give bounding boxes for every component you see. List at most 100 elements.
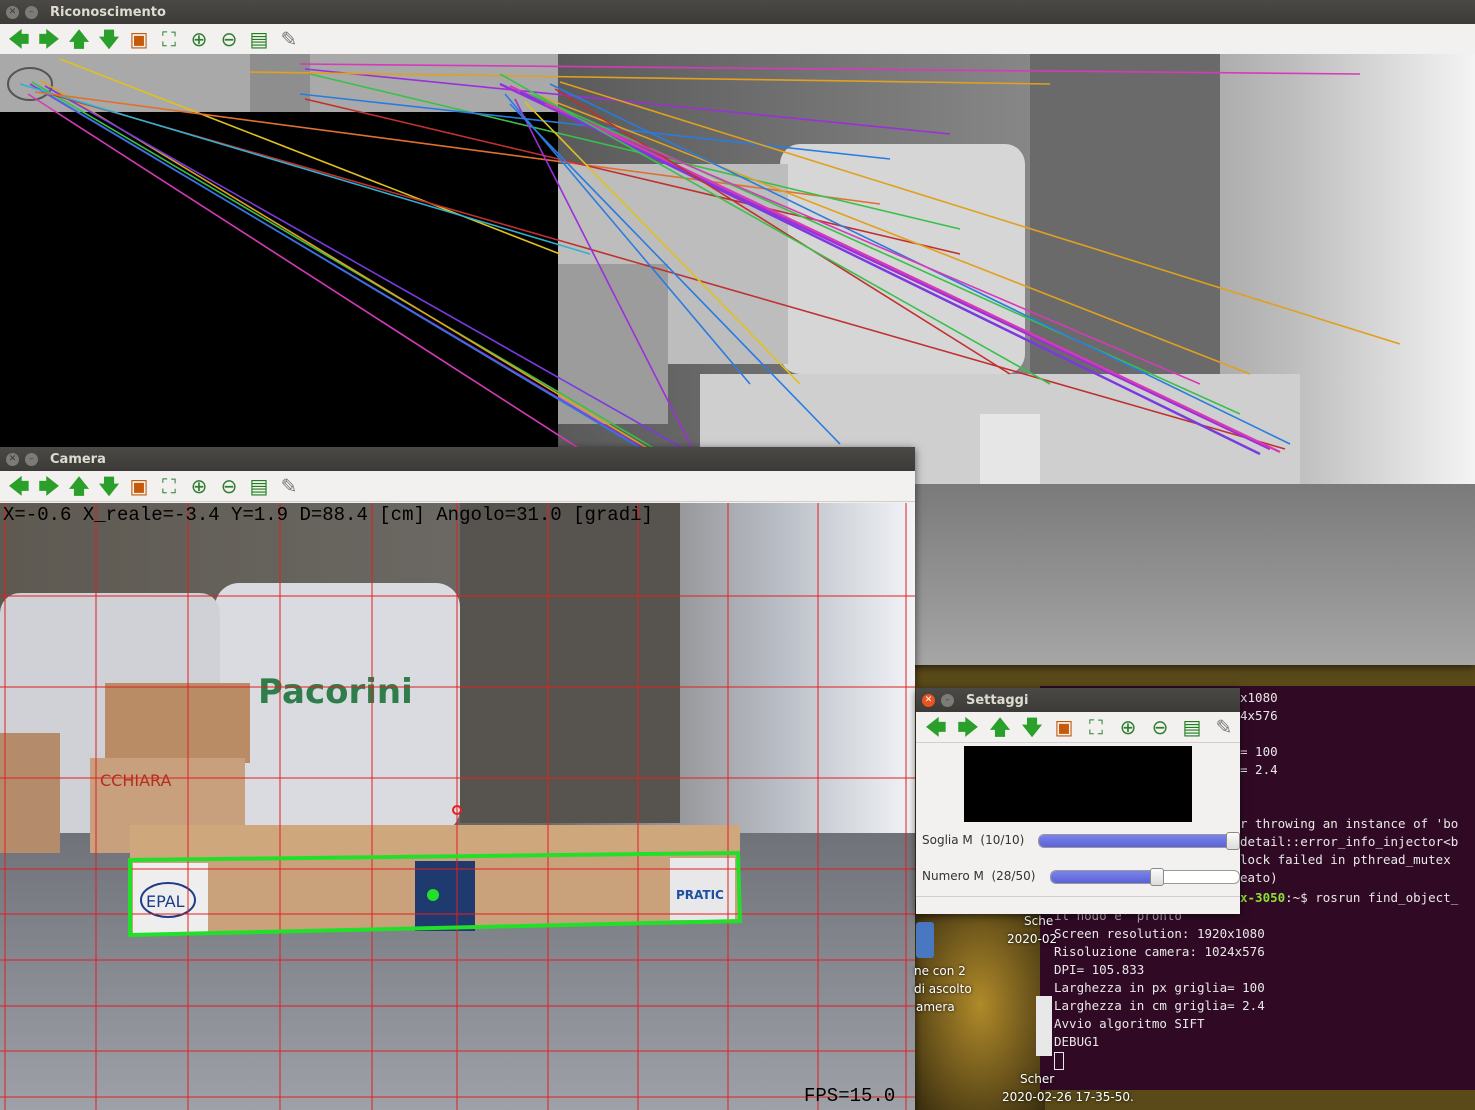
image-icon[interactable]: ▣: [124, 472, 154, 500]
soglia-slider-handle[interactable]: [1226, 832, 1240, 850]
arrow-down-icon[interactable]: 🡇: [94, 472, 124, 500]
zoom-out-icon[interactable]: ⊖: [1144, 713, 1176, 741]
window-title: Settaggi: [966, 692, 1029, 708]
save-icon[interactable]: ▤: [244, 472, 274, 500]
settings-preview: [964, 746, 1192, 822]
image-icon[interactable]: ▣: [1048, 713, 1080, 741]
terminal-line: lock failed in pthread_mutex: [1240, 852, 1451, 867]
arrow-right-icon[interactable]: 🡆: [34, 472, 64, 500]
fps-label: FPS=15.0: [804, 1085, 896, 1107]
terminal-line: = 100: [1240, 744, 1278, 759]
zoom-in-icon[interactable]: ⊕: [1112, 713, 1144, 741]
toolbar: 🡄 🡆 🡅 🡇 ▣ ⛶ ⊕ ⊖ ▤ ✎: [916, 712, 1240, 743]
desktop-label[interactable]: amera: [916, 1000, 955, 1014]
prompt-command: :~$ rosrun find_object_: [1285, 890, 1459, 905]
slider-label: Numero M: [922, 869, 984, 883]
terminal-line: Screen resolution: 1920x1080: [1054, 926, 1265, 941]
brush-icon[interactable]: ✎: [1208, 713, 1240, 741]
camera-scene: EPAL Pacorini CCHIARA PRATIC: [0, 503, 915, 1110]
box-text: CCHIARA: [100, 771, 172, 790]
pallet-tag-text: PRATIC: [676, 888, 724, 902]
terminal-line: Larghezza in cm griglia= 2.4: [1054, 998, 1265, 1013]
minimize-window-button[interactable]: –: [941, 693, 954, 707]
arrow-up-icon[interactable]: 🡅: [64, 472, 94, 500]
save-icon[interactable]: ▤: [1176, 713, 1208, 741]
box-top: [105, 683, 250, 763]
terminal-line: DPI= 105.833: [1054, 962, 1145, 977]
terminal-line: Risoluzione camera: 1024x576: [1054, 944, 1265, 959]
window-title: Camera: [50, 451, 106, 467]
close-window-button[interactable]: ✕: [6, 5, 19, 19]
terminal-line: detail::error_info_injector<b: [1240, 834, 1459, 849]
soglia-slider[interactable]: [1038, 834, 1234, 848]
terminal-prompt: x-3050:~$ rosrun find_object_: [1240, 890, 1458, 905]
terminal-line: eato): [1240, 870, 1278, 885]
fit-window-icon[interactable]: ⛶: [154, 472, 184, 500]
desktop-file-icon[interactable]: [1036, 996, 1052, 1056]
slider-value: (28/50): [991, 869, 1036, 883]
prompt-host: x-3050: [1240, 890, 1286, 905]
arrow-up-icon[interactable]: 🡅: [984, 713, 1016, 741]
epal-text: EPAL: [146, 892, 185, 911]
arrow-left-icon[interactable]: 🡄: [4, 472, 34, 500]
terminal-line: DEBUG1: [1054, 1034, 1100, 1049]
brand-text: Pacorini: [258, 672, 413, 712]
terminal-line: r throwing an instance of 'bo: [1240, 816, 1459, 831]
pallet-block-center: [415, 861, 475, 931]
minimize-window-button[interactable]: –: [25, 452, 38, 466]
arrow-up-icon[interactable]: 🡅: [64, 25, 94, 53]
box-left: [0, 733, 60, 853]
desktop-label[interactable]: 2020-02: [1007, 932, 1057, 946]
desktop-label[interactable]: 2020-02-26 17-35-50.: [1002, 1090, 1134, 1104]
zoom-out-icon[interactable]: ⊖: [214, 25, 244, 53]
arrow-right-icon[interactable]: 🡆: [952, 713, 984, 741]
close-window-button[interactable]: ✕: [922, 693, 935, 707]
terminal-cursor: [1054, 1052, 1064, 1070]
numero-slider-handle[interactable]: [1150, 868, 1164, 886]
desktop-file-icon[interactable]: [916, 922, 934, 958]
desktop-label[interactable]: Scher: [1020, 1072, 1054, 1086]
slider-label: Soglia M: [922, 833, 973, 847]
measurement-overlay: X=-0.6 X_reale=-3.4 Y=1.9 D=88.4 [cm] An…: [3, 504, 653, 526]
zoom-in-icon[interactable]: ⊕: [184, 25, 214, 53]
zoom-out-icon[interactable]: ⊖: [214, 472, 244, 500]
brush-icon[interactable]: ✎: [274, 472, 304, 500]
fit-window-icon[interactable]: ⛶: [1080, 713, 1112, 741]
window-settaggi[interactable]: ✕ – Settaggi 🡄 🡆 🡅 🡇 ▣ ⛶ ⊕ ⊖ ▤ ✎ Soglia …: [916, 688, 1240, 914]
toolbar: 🡄 🡆 🡅 🡇 ▣ ⛶ ⊕ ⊖ ▤ ✎: [0, 471, 915, 502]
toolbar: 🡄 🡆 🡅 🡇 ▣ ⛶ ⊕ ⊖ ▤ ✎: [0, 24, 1475, 55]
fit-window-icon[interactable]: ⛶: [154, 25, 184, 53]
arrow-down-icon[interactable]: 🡇: [1016, 713, 1048, 741]
arrow-left-icon[interactable]: 🡄: [920, 713, 952, 741]
slider-numero: Numero M (28/50): [922, 865, 1035, 887]
title-bar[interactable]: ✕ – Riconoscimento: [0, 0, 1475, 24]
window-camera[interactable]: ✕ – Camera 🡄 🡆 🡅 🡇 ▣ ⛶ ⊕ ⊖ ▤ ✎ EPAL Paco…: [0, 447, 915, 1110]
title-bar[interactable]: ✕ – Settaggi: [916, 688, 1240, 712]
window-bottom-edge: [916, 896, 1240, 914]
desktop-label[interactable]: Sche: [1024, 914, 1053, 928]
terminal-line: Larghezza in px griglia= 100: [1054, 980, 1265, 995]
close-window-button[interactable]: ✕: [6, 452, 19, 466]
brush-icon[interactable]: ✎: [274, 25, 304, 53]
save-icon[interactable]: ▤: [244, 25, 274, 53]
minimize-window-button[interactable]: –: [25, 5, 38, 19]
arrow-right-icon[interactable]: 🡆: [34, 25, 64, 53]
scene-pallet-leg: [980, 414, 1040, 484]
desktop-label[interactable]: ne con 2: [914, 964, 966, 978]
image-icon[interactable]: ▣: [124, 25, 154, 53]
title-bar[interactable]: ✕ – Camera: [0, 447, 915, 471]
door: [460, 503, 680, 823]
terminal-line: x1080: [1240, 690, 1278, 705]
slider-value: (10/10): [980, 833, 1025, 847]
desktop-label[interactable]: di ascolto: [914, 982, 972, 996]
camera-view[interactable]: EPAL Pacorini CCHIARA PRATIC X=-0.6 X_re…: [0, 503, 915, 1110]
arrow-left-icon[interactable]: 🡄: [4, 25, 34, 53]
detection-center-dot: [427, 889, 439, 901]
terminal-line: 4x576: [1240, 708, 1278, 723]
arrow-down-icon[interactable]: 🡇: [94, 25, 124, 53]
numero-slider[interactable]: [1050, 870, 1240, 884]
empty-area: [0, 112, 558, 500]
terminal-line: = 2.4: [1240, 762, 1278, 777]
window-title: Riconoscimento: [50, 4, 166, 20]
zoom-in-icon[interactable]: ⊕: [184, 472, 214, 500]
